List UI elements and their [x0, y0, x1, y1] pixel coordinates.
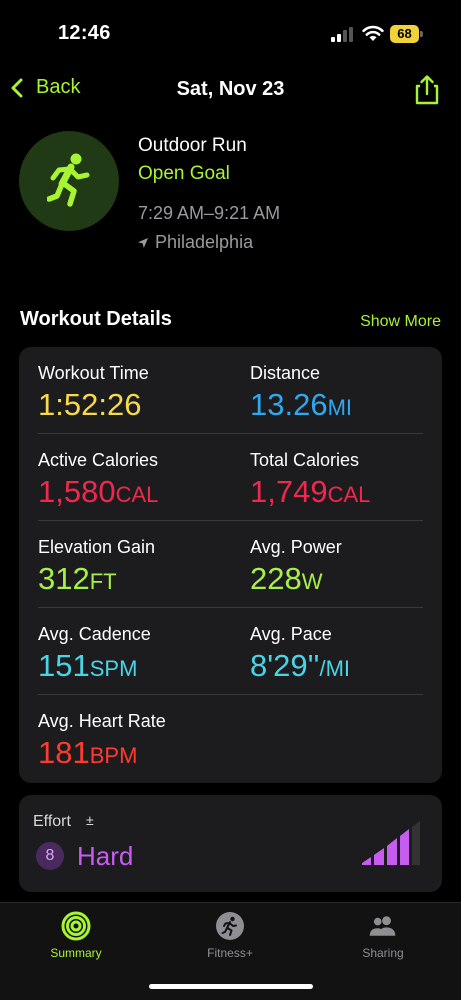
metric-number: 13.26 [250, 387, 328, 422]
metric-unit: MI [327, 395, 353, 420]
workout-details-card: Workout Time 1:52:26 Distance 13.26MI Ac… [19, 347, 442, 783]
wifi-icon [362, 25, 384, 41]
metrics-row: Elevation Gain 312FT Avg. Power 228W [38, 521, 423, 608]
metric-number: 312 [38, 561, 90, 596]
metric-label: Elevation Gain [38, 537, 156, 557]
workout-location: Philadelphia [138, 232, 253, 253]
metric-value: 312FT [38, 561, 117, 597]
workout-type-badge [19, 131, 119, 231]
effort-value: Hard [77, 841, 134, 871]
metric-unit: FT [89, 569, 117, 594]
metric-number: 151 [38, 648, 90, 683]
metric-value: 1,749CAL [250, 474, 370, 510]
metric-value: 181BPM [38, 735, 137, 771]
section-title: Workout Details [20, 308, 172, 330]
metric-label: Avg. Power [250, 537, 342, 557]
effort-label: Effort [33, 813, 71, 830]
metric-value: 228W [250, 561, 323, 597]
metric-value: 1,580CAL [38, 474, 158, 510]
metrics-row: Workout Time 1:52:26 Distance 13.26MI [38, 347, 423, 434]
metric-number: 8'29'' [250, 648, 320, 683]
location-arrow-icon [138, 237, 148, 248]
effort-card[interactable]: Effort ± 8 Hard [19, 795, 442, 892]
metric-value: 13.26MI [250, 387, 352, 423]
cellular-signal-icon [331, 27, 353, 42]
metric-unit: BPM [89, 743, 138, 768]
metric-unit: /MI [319, 656, 351, 681]
metric-number: 1:52:26 [38, 387, 142, 422]
battery-indicator: 68 [390, 25, 424, 43]
share-icon[interactable] [414, 74, 440, 106]
tab-label: Summary [50, 946, 102, 960]
running-figure-icon [47, 153, 90, 207]
effort-level-badge: 8 [36, 842, 64, 870]
battery-level: 68 [397, 26, 412, 41]
tab-fitness-plus[interactable]: Fitness+ [175, 911, 285, 960]
tab-label: Fitness+ [207, 946, 253, 960]
metric-value: 151SPM [38, 648, 137, 684]
sharing-people-icon [369, 916, 396, 936]
metric-label: Avg. Heart Rate [38, 711, 166, 731]
page-title: Sat, Nov 23 [176, 78, 285, 100]
workout-time-range: 7:29 AM–9:21 AM [138, 203, 281, 223]
tab-label: Sharing [362, 946, 404, 960]
metric-number: 1,580 [38, 474, 116, 509]
show-more-link[interactable]: Show More [360, 313, 441, 331]
workout-goal: Open Goal [138, 163, 230, 184]
status-bar: 12:46 68 [0, 0, 461, 62]
tab-sharing[interactable]: Sharing [328, 911, 438, 960]
summary-rings-icon [61, 911, 91, 941]
metric-label: Total Calories [250, 450, 360, 470]
metric-label: Avg. Cadence [38, 624, 151, 644]
metric-unit: CAL [327, 482, 371, 507]
metric-unit: W [301, 569, 323, 594]
metric-number: 1,749 [250, 474, 328, 509]
home-indicator [149, 984, 313, 989]
metric-value: 1:52:26 [38, 387, 141, 423]
tab-summary[interactable]: Summary [21, 911, 131, 960]
metric-label: Workout Time [38, 363, 149, 383]
status-time: 12:46 [58, 22, 111, 44]
metric-value: 8'29''/MI [250, 648, 350, 684]
metric-label: Active Calories [38, 450, 159, 470]
workout-type: Outdoor Run [138, 135, 247, 156]
location-name: Philadelphia [155, 232, 254, 252]
metric-unit: CAL [115, 482, 159, 507]
metric-number: 228 [250, 561, 302, 596]
effort-bars-icon [362, 821, 420, 865]
navigation-bar: Back Sat, Nov 23 [0, 70, 461, 110]
metric-label: Avg. Pace [250, 624, 332, 644]
metric-number: 181 [38, 735, 90, 770]
effort-adjust-icon: ± [86, 812, 94, 828]
metric-unit: SPM [89, 656, 138, 681]
metric-label: Distance [250, 363, 321, 383]
fitness-plus-icon [216, 912, 244, 940]
metrics-row: Active Calories 1,580CAL Total Calories … [38, 434, 423, 521]
metrics-row: Avg. Cadence 151SPM Avg. Pace 8'29''/MI [38, 608, 423, 695]
metrics-row: Avg. Heart Rate 181BPM [38, 695, 423, 782]
